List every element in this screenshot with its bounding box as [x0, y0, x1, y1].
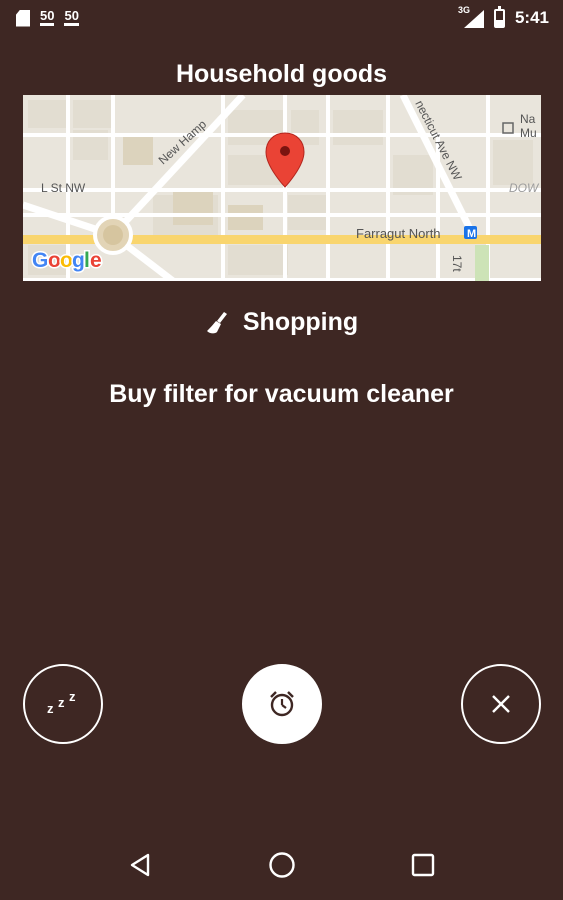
- clock: 5:41: [514, 8, 549, 27]
- alarm-clock-icon: [270, 691, 294, 717]
- dismiss-button[interactable]: [461, 664, 541, 744]
- svg-text:o: o: [48, 249, 61, 272]
- category-label: Shopping: [242, 308, 359, 336]
- signal-icon: 3G: [458, 5, 484, 28]
- broom-icon: [205, 310, 231, 336]
- snooze-button[interactable]: z z z: [23, 664, 103, 744]
- battery-level: [495, 19, 503, 26]
- svg-text:o: o: [60, 249, 73, 272]
- reminder-text: Buy filter for vacuum cleaner: [109, 380, 454, 408]
- back-button[interactable]: [121, 845, 161, 885]
- location-map[interactable]: New Hamp necticut Ave NW L St NW Farragu…: [23, 95, 541, 281]
- back-icon: [130, 853, 149, 877]
- recents-button[interactable]: [403, 845, 443, 885]
- home-button[interactable]: [262, 845, 302, 885]
- snooze-icon: z z z: [47, 689, 76, 716]
- svg-text:G: G: [32, 249, 48, 272]
- notification-50-icon: 50: [40, 9, 55, 26]
- map-label-downtown: DOW: [509, 181, 540, 195]
- map-canvas: New Hamp necticut Ave NW L St NW Farragu…: [23, 95, 541, 281]
- map-label-nat-1: Na: [520, 112, 536, 126]
- notification-50-icon: 50: [64, 9, 80, 26]
- status-notifications: 50 50: [16, 9, 80, 27]
- map-label-17th: 17t: [450, 255, 464, 272]
- status-system: 3G 5:41: [458, 5, 549, 28]
- home-icon: [268, 852, 295, 878]
- alarm-button[interactable]: [242, 664, 322, 744]
- svg-text:g: g: [72, 249, 85, 272]
- svg-text:e: e: [90, 249, 102, 272]
- category-row: Shopping: [0, 308, 563, 337]
- close-icon: [492, 695, 510, 713]
- recents-icon: [411, 853, 434, 877]
- map-label-farragut-north: Farragut North: [356, 226, 441, 241]
- reminder-title: Household goods: [175, 60, 388, 88]
- map-label-l-st: L St NW: [41, 181, 86, 195]
- map-label-nat-2: Mu: [520, 126, 537, 140]
- battery-icon: [493, 5, 505, 28]
- navigation-bar: [0, 830, 563, 900]
- status-bar: 50 50 3G 5:41: [0, 0, 563, 36]
- svg-text:l: l: [84, 249, 90, 272]
- sd-card-icon: [16, 9, 30, 27]
- google-logo: G o o g l e: [31, 248, 104, 274]
- svg-text:M: M: [467, 228, 476, 240]
